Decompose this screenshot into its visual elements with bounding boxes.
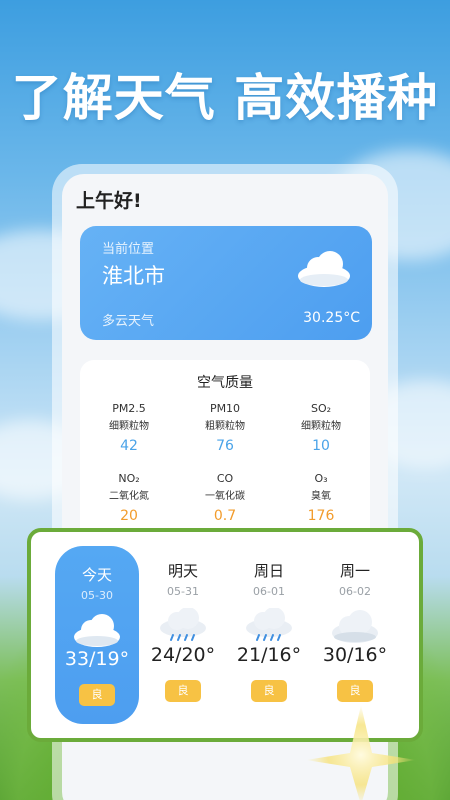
- location-label: 当前位置: [102, 242, 155, 257]
- forecast-day-today[interactable]: 今天 05-30 33/19° 良: [55, 546, 139, 724]
- air-quality-badge: 良: [251, 680, 287, 702]
- forecast-day-tomorrow[interactable]: 明天 05-31 24/20° 良: [141, 532, 225, 738]
- day-name: 明天: [167, 562, 198, 580]
- day-date: 06-01: [253, 585, 285, 598]
- aq-item-pm10: PM10 粗颗粒物 76: [177, 402, 273, 454]
- air-quality-badge: 良: [79, 684, 115, 706]
- air-quality-title: 空气质量: [197, 375, 253, 391]
- air-quality-badge: 良: [337, 680, 373, 702]
- cloud-icon: [332, 610, 378, 643]
- greeting: 上午好!: [76, 190, 142, 212]
- aq-value: 42: [120, 438, 138, 454]
- aq-desc: 臭氧: [311, 491, 331, 502]
- rain-cloud-icon: [160, 608, 206, 641]
- aq-value: 76: [216, 438, 234, 454]
- cloud-icon: [298, 251, 350, 287]
- day-name: 周日: [253, 562, 284, 580]
- day-temperature: 24/20°: [150, 644, 216, 666]
- aq-name: PM2.5: [112, 402, 146, 415]
- aq-item-no2: NO₂ 二氧化氮 20: [81, 472, 177, 524]
- forecast-day-sunday[interactable]: 周日 06-01 21/16° 良: [227, 532, 311, 738]
- aq-value: 10: [312, 438, 330, 454]
- cloud-icon: [74, 614, 120, 647]
- aq-name: O₃: [314, 472, 328, 485]
- day-temperature: 21/16°: [236, 644, 302, 666]
- aq-desc: 二氧化氮: [109, 491, 149, 502]
- air-quality-badge: 良: [165, 680, 201, 702]
- day-name: 周一: [339, 562, 370, 580]
- aq-value: 176: [307, 508, 335, 524]
- day-name: 今天: [81, 566, 112, 584]
- aq-item-so2: SO₂ 细颗粒物 10: [273, 402, 369, 454]
- aq-value: 20: [120, 508, 138, 524]
- day-temperature: 30/16°: [322, 644, 388, 666]
- location-city: 淮北市: [102, 264, 165, 288]
- headline: 了解天气 高效播种: [11, 69, 439, 127]
- day-date: 05-31: [167, 585, 199, 598]
- day-temperature: 33/19°: [64, 648, 130, 670]
- aq-desc: 细颗粒物: [109, 421, 149, 432]
- current-temperature: 30.25°C: [303, 310, 360, 326]
- day-date: 06-02: [339, 585, 371, 598]
- aq-desc: 一氧化碳: [205, 491, 245, 502]
- sparkle-decoration: [306, 705, 416, 800]
- day-date: 05-30: [81, 589, 113, 602]
- aq-item-co: CO 一氧化碳 0.7: [177, 472, 273, 524]
- aq-value: 0.7: [213, 508, 237, 524]
- weather-condition: 多云天气: [102, 314, 155, 329]
- aq-item-pm25: PM2.5 细颗粒物 42: [81, 402, 177, 454]
- aq-desc: 粗颗粒物: [205, 421, 245, 432]
- location-card[interactable]: 当前位置 淮北市 多云天气 30.25°C: [80, 226, 372, 340]
- aq-name: SO₂: [310, 402, 332, 415]
- aq-name: PM10: [209, 402, 241, 415]
- aq-name: NO₂: [118, 472, 140, 485]
- aq-desc: 细颗粒物: [301, 421, 341, 432]
- rain-cloud-icon: [246, 608, 292, 641]
- aq-name: CO: [216, 472, 234, 485]
- aq-item-o3: O₃ 臭氧 176: [273, 472, 369, 524]
